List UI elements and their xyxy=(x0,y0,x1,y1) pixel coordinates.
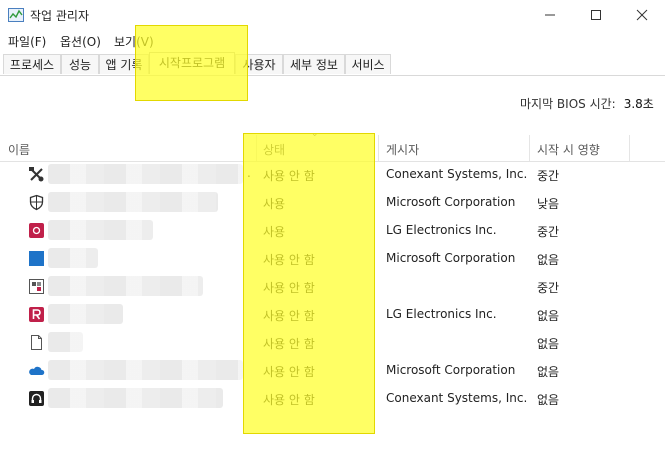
row-marker: . xyxy=(247,166,251,180)
blurred-program-name xyxy=(48,332,83,352)
table-row[interactable]: . 사용 안 함 Conexant Systems, Inc. 중간 xyxy=(0,160,665,188)
impact-cell: 낮음 xyxy=(537,197,560,211)
blurred-program-name xyxy=(48,192,218,212)
impact-cell: 중간 xyxy=(537,225,560,239)
table-row[interactable]: 사용 안 함 Microsoft Corporation 없음 xyxy=(0,244,665,272)
impact-cell: 없음 xyxy=(537,253,560,267)
blurred-program-name xyxy=(48,276,203,296)
status-cell: 사용 xyxy=(263,225,286,239)
status-cell: 사용 안 함 xyxy=(263,281,315,295)
status-cell: 사용 xyxy=(263,197,286,211)
tab-users[interactable]: 사용자 xyxy=(235,54,283,74)
column-divider[interactable] xyxy=(256,135,257,161)
table-row[interactable]: 사용 안 함 중간 xyxy=(0,272,665,300)
impact-cell: 없음 xyxy=(537,393,560,407)
tab-services[interactable]: 서비스 xyxy=(345,54,391,74)
publisher-cell: Microsoft Corporation xyxy=(386,363,516,377)
table-row[interactable]: 사용 LG Electronics Inc. 중간 xyxy=(0,216,665,244)
table-row[interactable]: 사용 Microsoft Corporation 낮음 xyxy=(0,188,665,216)
column-name-header[interactable]: 이름 xyxy=(8,141,30,158)
menu-view[interactable]: 보기(V) xyxy=(114,33,154,50)
impact-cell: 없음 xyxy=(537,309,560,323)
status-cell: 사용 안 함 xyxy=(263,309,315,323)
impact-cell: 중간 xyxy=(537,169,560,183)
minimize-button[interactable] xyxy=(527,0,573,30)
window-title: 작업 관리자 xyxy=(30,9,90,23)
bios-time: 마지막 BIOS 시간: 3.8초 xyxy=(520,95,654,112)
bios-time-label: 마지막 BIOS 시간: xyxy=(520,97,616,111)
blurred-program-name xyxy=(48,304,123,324)
r-app-icon xyxy=(28,306,45,323)
impact-cell: 없음 xyxy=(537,365,560,379)
maximize-button[interactable] xyxy=(573,0,619,30)
shield-icon xyxy=(28,194,45,211)
sort-descending-icon: ⌄ xyxy=(311,129,319,139)
table-row[interactable]: 사용 안 함 Conexant Systems, Inc. 없음 xyxy=(0,384,665,412)
column-divider[interactable] xyxy=(529,135,530,161)
status-cell: 사용 안 함 xyxy=(263,169,315,183)
task-manager-app-icon xyxy=(8,8,24,22)
grid-app-icon xyxy=(28,278,45,295)
publisher-cell: LG Electronics Inc. xyxy=(386,307,497,321)
table-row[interactable]: 사용 안 함 없음 xyxy=(0,328,665,356)
tools-icon xyxy=(28,166,45,183)
blurred-program-name xyxy=(48,248,98,268)
onedrive-icon xyxy=(28,362,45,379)
blue-square-icon xyxy=(28,250,45,267)
bios-time-value: 3.8초 xyxy=(623,97,654,111)
blurred-program-name xyxy=(48,220,153,240)
lg-app-icon xyxy=(28,222,45,239)
table-header: 이름 ⌄ 상태 게시자 시작 시 영향 xyxy=(0,129,665,162)
title-bar: 작업 관리자 xyxy=(0,0,665,32)
publisher-cell: Conexant Systems, Inc. xyxy=(386,391,528,405)
blurred-program-name xyxy=(48,360,243,380)
tab-startup[interactable]: 시작프로그램 xyxy=(149,52,235,74)
column-publisher-header[interactable]: 게시자 xyxy=(386,141,419,158)
publisher-cell: LG Electronics Inc. xyxy=(386,223,497,237)
table-row[interactable]: 사용 안 함 LG Electronics Inc. 없음 xyxy=(0,300,665,328)
tab-processes[interactable]: 프로세스 xyxy=(3,54,61,74)
impact-cell: 중간 xyxy=(537,281,560,295)
tab-performance[interactable]: 성능 xyxy=(61,54,99,74)
status-cell: 사용 안 함 xyxy=(263,365,315,379)
column-divider[interactable] xyxy=(629,135,630,161)
tab-bar: 프로세스 성능 앱 기록 시작프로그램 사용자 세부 정보 서비스 xyxy=(0,52,665,76)
menu-file[interactable]: 파일(F) xyxy=(8,33,46,50)
status-cell: 사용 안 함 xyxy=(263,393,315,407)
table-row[interactable]: 사용 안 함 Microsoft Corporation 없음 xyxy=(0,356,665,384)
publisher-cell: Conexant Systems, Inc. xyxy=(386,167,528,181)
close-button[interactable] xyxy=(619,0,665,30)
publisher-cell: Microsoft Corporation xyxy=(386,195,516,209)
column-impact-header[interactable]: 시작 시 영향 xyxy=(537,141,600,158)
tab-details[interactable]: 세부 정보 xyxy=(283,54,345,74)
blurred-program-name xyxy=(48,388,223,408)
status-cell: 사용 안 함 xyxy=(263,253,315,267)
file-icon xyxy=(28,334,45,351)
status-cell: 사용 안 함 xyxy=(263,337,315,351)
column-status-header[interactable]: 상태 xyxy=(263,141,285,158)
tab-app-history[interactable]: 앱 기록 xyxy=(99,54,149,74)
blurred-program-name xyxy=(48,164,243,184)
menu-options[interactable]: 옵션(O) xyxy=(60,33,101,50)
impact-cell: 없음 xyxy=(537,337,560,351)
headset-icon xyxy=(28,390,45,407)
column-divider[interactable] xyxy=(378,135,379,161)
publisher-cell: Microsoft Corporation xyxy=(386,251,516,265)
